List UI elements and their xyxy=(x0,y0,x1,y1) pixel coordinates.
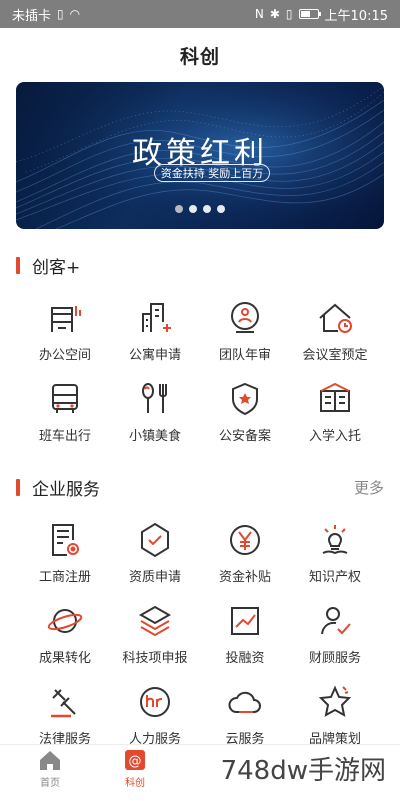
section-title: 创客+ xyxy=(32,257,81,278)
tab-kechuang[interactable]: @ 科创 xyxy=(100,745,170,801)
grid-item-subsidy[interactable]: 资金补贴 xyxy=(200,520,290,601)
grid-item-label: 工商注册 xyxy=(38,570,91,585)
planet-icon xyxy=(47,609,83,633)
grid-item-food[interactable]: 小镇美食 xyxy=(110,379,200,460)
section-title: 企业服务 xyxy=(32,479,100,500)
battery-level xyxy=(300,11,310,17)
grid-item-label: 成果转化 xyxy=(38,651,91,666)
title-bar: 科创 xyxy=(0,28,400,82)
section-header-chuangke: 创客+ xyxy=(16,252,384,278)
subsidy-icon xyxy=(230,525,260,555)
carousel-indicator xyxy=(0,205,400,213)
grid-item-label: 科技项申报 xyxy=(122,651,188,666)
grid-item-label: 资金补贴 xyxy=(218,570,271,585)
grid-item-office-space[interactable]: 办公空间 xyxy=(20,298,110,379)
grid-item-label: 班车出行 xyxy=(38,429,91,444)
office-space-icon xyxy=(51,306,81,332)
grid-item-label: 入学入托 xyxy=(308,429,361,444)
tab-label: 科创 xyxy=(125,778,145,789)
investment-icon xyxy=(231,607,259,635)
grid-item-police-record[interactable]: 公安备案 xyxy=(200,379,290,460)
grid-item-team-review[interactable]: 团队年审 xyxy=(200,298,290,379)
food-icon xyxy=(142,383,167,413)
layers-icon xyxy=(138,605,172,637)
gavel-icon xyxy=(51,689,76,718)
cloud-icon xyxy=(228,691,261,713)
carousel-dot[interactable] xyxy=(175,205,183,213)
sim-icon: ▯ xyxy=(57,7,64,21)
school-icon xyxy=(320,382,350,412)
grid-item-label: 团队年审 xyxy=(218,348,271,363)
grid-item-label: 公安备案 xyxy=(218,429,271,444)
grid-item-school[interactable]: 入学入托 xyxy=(290,379,380,460)
grid-item-label: 公寓申请 xyxy=(128,348,181,363)
carrier-text: 未插卡 xyxy=(12,8,52,24)
advisor-icon xyxy=(321,607,351,635)
banner-subtitle: 资金扶持 奖励上百万 xyxy=(154,164,270,182)
section-accent-bar xyxy=(16,478,20,496)
business-registration-icon xyxy=(52,524,79,556)
status-bar: 未插卡 ▯ ◠ N ✱ ▯ 上午10:15 xyxy=(0,0,400,28)
grid-item-investment[interactable]: 投融资 xyxy=(200,601,290,682)
kechuang-icon-glyph: @ xyxy=(129,754,142,769)
section-header-enterprise: 企业服务 更多 xyxy=(16,474,384,500)
chuangke-grid: 办公空间 公寓申请 团队年审 会议室预定 班车出行 小镇美食 公安备案 入学入托 xyxy=(20,298,380,460)
grid-item-label: 知识产权 xyxy=(308,570,361,585)
grid-item-label: 投融资 xyxy=(225,651,265,666)
grid-item-shuttle-bus[interactable]: 班车出行 xyxy=(20,379,110,460)
tab-home[interactable]: 首页 xyxy=(15,745,85,801)
grid-item-label: 小镇美食 xyxy=(128,429,181,444)
apartment-icon xyxy=(142,303,171,332)
page-title: 科创 xyxy=(179,45,220,68)
clock: 上午10:15 xyxy=(324,8,388,24)
home-icon xyxy=(40,751,60,770)
grid-item-label: 会议室预定 xyxy=(302,348,368,363)
grid-item-tech-project[interactable]: 科技项申报 xyxy=(110,601,200,682)
brand-star-icon xyxy=(318,685,352,717)
team-review-icon xyxy=(231,302,259,333)
enterprise-grid: 工商注册 资质申请 资金补贴 知识产权 成果转化 科技项申报 投融资 财顾服务 … xyxy=(20,520,380,763)
hr-icon xyxy=(140,687,170,717)
grid-item-ip[interactable]: 知识产权 xyxy=(290,520,380,601)
battery-icon xyxy=(298,9,321,19)
carousel-dot[interactable] xyxy=(217,205,225,213)
section-accent-bar xyxy=(16,256,20,274)
nfc-icon: N xyxy=(254,7,264,21)
vibrate-icon: ▯ xyxy=(285,7,293,21)
watermark: 748dw手游网 xyxy=(218,750,388,787)
more-link[interactable]: 更多 xyxy=(354,477,384,498)
carousel-dot[interactable] xyxy=(189,205,197,213)
grid-item-label: 资质申请 xyxy=(128,570,181,585)
meeting-room-icon xyxy=(319,303,352,333)
ip-icon xyxy=(322,525,348,555)
grid-item-label: 财顾服务 xyxy=(308,651,361,666)
shuttle-bus-icon xyxy=(52,384,78,413)
police-record-icon xyxy=(232,382,258,416)
carousel-dot[interactable] xyxy=(203,205,211,213)
grid-item-business-registration[interactable]: 工商注册 xyxy=(20,520,110,601)
kechuang-icon: @ xyxy=(125,750,145,770)
grid-item-label: 办公空间 xyxy=(38,348,91,363)
wifi-icon: ◠ xyxy=(69,7,81,21)
grid-item-apartment[interactable]: 公寓申请 xyxy=(110,298,200,379)
grid-item-qualification[interactable]: 资质申请 xyxy=(110,520,200,601)
grid-item-advisor[interactable]: 财顾服务 xyxy=(290,601,380,682)
grid-item-meeting-room[interactable]: 会议室预定 xyxy=(290,298,380,379)
bluetooth-icon: ✱ xyxy=(269,7,280,21)
qualification-icon xyxy=(141,522,169,558)
tab-label: 首页 xyxy=(40,778,60,789)
grid-item-achievement[interactable]: 成果转化 xyxy=(20,601,110,682)
